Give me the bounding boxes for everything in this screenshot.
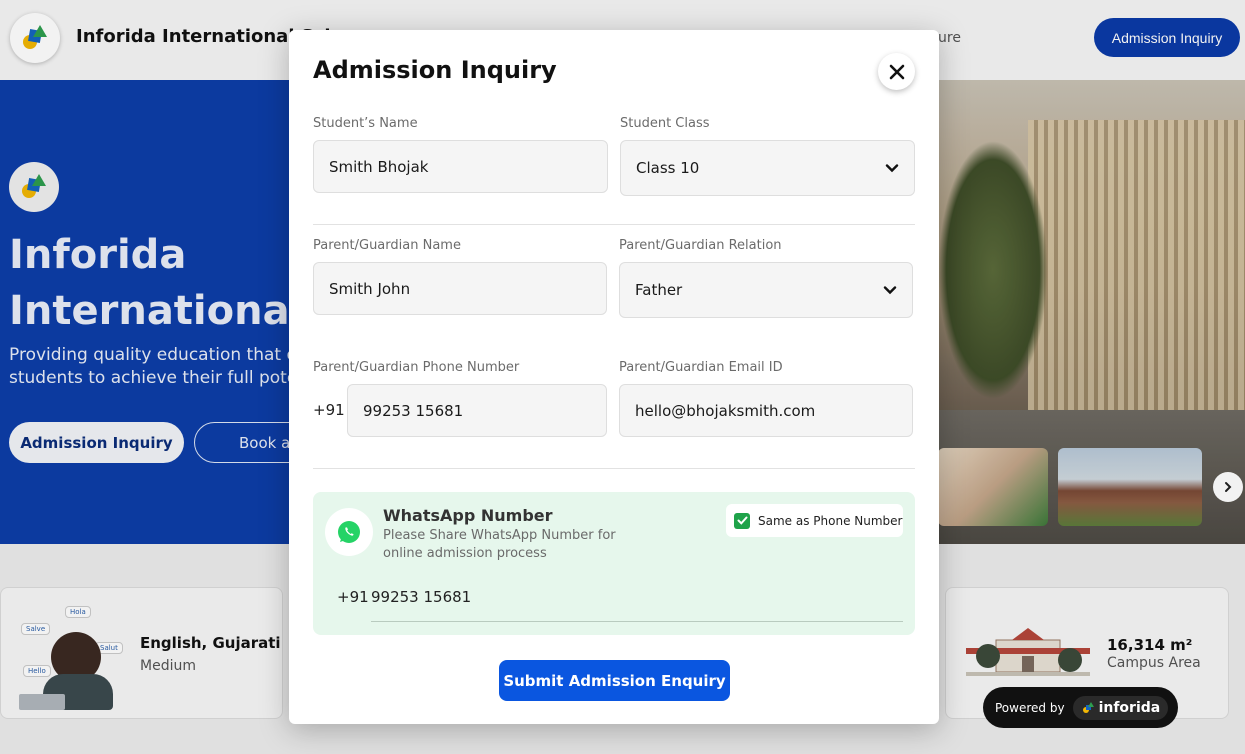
whatsapp-icon xyxy=(338,521,360,543)
guardian-email-input[interactable] xyxy=(619,384,913,437)
guardian-name-label: Parent/Guardian Name xyxy=(313,238,461,253)
close-icon xyxy=(889,64,904,79)
guardian-phone-input[interactable] xyxy=(347,384,607,437)
whatsapp-number-input[interactable]: 99253 15681 xyxy=(371,588,471,606)
same-as-phone-label: Same as Phone Number xyxy=(758,513,903,528)
whatsapp-description: Please Share WhatsApp Number for online … xyxy=(383,528,616,561)
chevron-down-icon xyxy=(883,286,897,295)
guardian-name-input[interactable] xyxy=(313,262,607,315)
powered-by-brand: inforida xyxy=(1072,695,1169,720)
chevron-down-icon xyxy=(885,164,899,173)
guardian-relation-value: Father xyxy=(635,281,683,299)
modal-title: Admission Inquiry xyxy=(313,56,557,84)
guardian-relation-select[interactable]: Father xyxy=(619,262,913,318)
whatsapp-title: WhatsApp Number xyxy=(383,506,553,525)
student-name-label: Student’s Name xyxy=(313,116,418,131)
close-button[interactable] xyxy=(878,53,915,90)
student-class-select[interactable]: Class 10 xyxy=(620,140,915,196)
phone-country-code: +91 xyxy=(313,401,345,419)
whatsapp-country-code: +91 xyxy=(337,588,369,606)
powered-by-label: Powered by xyxy=(995,700,1065,715)
guardian-phone-label: Parent/Guardian Phone Number xyxy=(313,360,520,375)
powered-by-badge[interactable]: Powered by inforida xyxy=(983,687,1178,728)
same-as-phone-toggle[interactable]: Same as Phone Number xyxy=(726,504,903,537)
student-class-value: Class 10 xyxy=(636,159,700,177)
powered-by-brand-name: inforida xyxy=(1098,699,1161,716)
admission-inquiry-modal: Admission Inquiry Student’s Name Student… xyxy=(289,30,939,724)
whatsapp-icon-wrap xyxy=(325,508,373,556)
student-class-label: Student Class xyxy=(620,116,710,131)
guardian-email-label: Parent/Guardian Email ID xyxy=(619,360,783,375)
whatsapp-input-underline xyxy=(371,621,903,622)
guardian-relation-label: Parent/Guardian Relation xyxy=(619,238,782,253)
student-name-input[interactable] xyxy=(313,140,608,193)
inforida-logo-icon xyxy=(1082,701,1094,713)
section-divider xyxy=(313,468,915,469)
submit-admission-enquiry-button[interactable]: Submit Admission Enquiry xyxy=(499,660,730,701)
section-divider xyxy=(313,224,915,225)
checkmark-icon xyxy=(737,516,747,525)
same-as-phone-checkbox[interactable] xyxy=(734,512,750,529)
whatsapp-section: WhatsApp Number Please Share WhatsApp Nu… xyxy=(313,492,915,635)
